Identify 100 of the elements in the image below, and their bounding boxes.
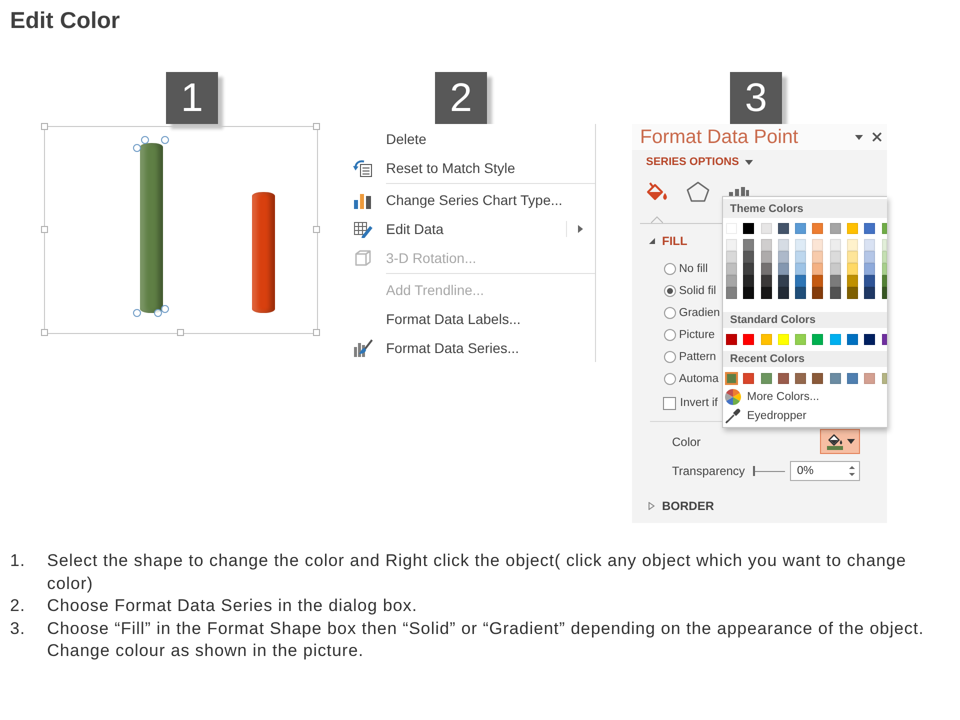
swatch-icon[interactable] <box>847 287 858 299</box>
menu-item[interactable]: Edit Data <box>350 214 595 243</box>
swatch-icon[interactable] <box>830 223 841 234</box>
selection-handle[interactable] <box>161 136 169 144</box>
radio-button[interactable] <box>664 351 676 363</box>
radio-button[interactable] <box>664 373 676 385</box>
spin-arrows-icon[interactable] <box>849 465 855 477</box>
swatch-icon[interactable] <box>847 251 858 263</box>
swatch-icon[interactable] <box>743 263 754 275</box>
swatch-icon[interactable] <box>778 223 789 234</box>
selection-handle[interactable] <box>133 309 141 317</box>
swatch-icon[interactable] <box>725 372 738 385</box>
swatch-icon[interactable] <box>795 275 806 287</box>
swatch-icon[interactable] <box>778 239 789 251</box>
swatch-icon[interactable] <box>847 373 858 384</box>
resize-handle[interactable] <box>313 123 320 130</box>
resize-handle[interactable] <box>177 329 184 336</box>
radio-button[interactable] <box>664 263 676 275</box>
swatch-icon[interactable] <box>795 263 806 275</box>
swatch-icon[interactable] <box>760 373 772 384</box>
swatch-icon[interactable] <box>760 239 772 251</box>
swatch-icon[interactable] <box>830 334 841 345</box>
swatch-icon[interactable] <box>726 334 737 345</box>
swatch-icon[interactable] <box>778 275 789 287</box>
swatch-icon[interactable] <box>778 334 789 345</box>
dropdown-caret-icon[interactable] <box>855 134 863 140</box>
swatch-icon[interactable] <box>726 251 737 263</box>
swatch-icon[interactable] <box>795 239 806 251</box>
spin-field[interactable]: 0% <box>790 461 860 481</box>
swatch-icon[interactable] <box>760 275 772 287</box>
swatch-icon[interactable] <box>864 373 876 384</box>
swatch-icon[interactable] <box>812 251 824 263</box>
swatch-icon[interactable] <box>795 223 806 234</box>
menu-item[interactable]: Eyedropper <box>723 406 887 425</box>
menu-item[interactable]: Reset to Match Style <box>350 153 595 182</box>
swatch-icon[interactable] <box>882 251 887 263</box>
section-toggle[interactable]: BORDER <box>648 495 714 517</box>
menu-item[interactable]: Format Data Labels... <box>350 304 595 333</box>
swatch-icon[interactable] <box>812 263 824 275</box>
swatch-icon[interactable] <box>864 287 876 299</box>
swatch-icon[interactable] <box>778 287 789 299</box>
resize-handle[interactable] <box>41 123 48 130</box>
swatch-icon[interactable] <box>760 334 772 345</box>
swatch-icon[interactable] <box>760 251 772 263</box>
swatch-icon[interactable] <box>726 275 737 287</box>
menu-item[interactable]: Format Data Series... <box>350 333 595 362</box>
menu-item[interactable]: More Colors... <box>723 387 887 406</box>
menu-item[interactable]: Change Series Chart Type... <box>350 185 595 214</box>
swatch-icon[interactable] <box>830 239 841 251</box>
close-icon[interactable] <box>872 132 882 142</box>
swatch-icon[interactable] <box>726 239 737 251</box>
swatch-icon[interactable] <box>778 263 789 275</box>
swatch-icon[interactable] <box>743 275 754 287</box>
section-toggle[interactable]: FILL <box>648 230 688 252</box>
swatch-icon[interactable] <box>882 263 887 275</box>
swatch-icon[interactable] <box>864 239 876 251</box>
resize-handle[interactable] <box>313 226 320 233</box>
chart-bar[interactable] <box>252 192 275 313</box>
swatch-icon[interactable] <box>760 287 772 299</box>
swatch-icon[interactable] <box>864 263 876 275</box>
swatch-icon[interactable] <box>778 251 789 263</box>
swatch-icon[interactable] <box>726 287 737 299</box>
swatch-icon[interactable] <box>743 239 754 251</box>
swatch-icon[interactable] <box>864 251 876 263</box>
swatch-icon[interactable] <box>743 334 754 345</box>
menu-item[interactable]: Delete <box>350 124 595 153</box>
swatch-icon[interactable] <box>795 251 806 263</box>
resize-handle[interactable] <box>41 329 48 336</box>
swatch-icon[interactable] <box>830 373 841 384</box>
swatch-icon[interactable] <box>795 287 806 299</box>
resize-handle[interactable] <box>41 226 48 233</box>
swatch-icon[interactable] <box>778 373 789 384</box>
swatch-icon[interactable] <box>812 239 824 251</box>
swatch-icon[interactable] <box>760 223 772 234</box>
swatch-icon[interactable] <box>847 223 858 234</box>
checkbox[interactable] <box>663 396 676 410</box>
swatch-icon[interactable] <box>795 373 806 384</box>
swatch-icon[interactable] <box>864 334 876 345</box>
resize-handle[interactable] <box>313 329 320 336</box>
swatch-icon[interactable] <box>743 287 754 299</box>
swatch-icon[interactable] <box>882 334 887 345</box>
swatch-icon[interactable] <box>760 263 772 275</box>
tab[interactable] <box>644 180 670 202</box>
tab[interactable] <box>685 180 711 202</box>
swatch-icon[interactable] <box>882 239 887 251</box>
swatch-icon[interactable] <box>847 263 858 275</box>
swatch-icon[interactable] <box>812 223 824 234</box>
radio-button[interactable] <box>664 329 676 341</box>
swatch-icon[interactable] <box>812 287 824 299</box>
swatch-icon[interactable] <box>882 223 887 234</box>
swatch-icon[interactable] <box>847 275 858 287</box>
color-picker-button[interactable] <box>820 429 860 454</box>
swatch-icon[interactable] <box>830 275 841 287</box>
swatch-icon[interactable] <box>812 275 824 287</box>
swatch-icon[interactable] <box>847 334 858 345</box>
swatch-icon[interactable] <box>882 373 887 384</box>
swatch-icon[interactable] <box>882 287 887 299</box>
swatch-icon[interactable] <box>726 263 737 275</box>
swatch-icon[interactable] <box>743 251 754 263</box>
swatch-icon[interactable] <box>830 263 841 275</box>
